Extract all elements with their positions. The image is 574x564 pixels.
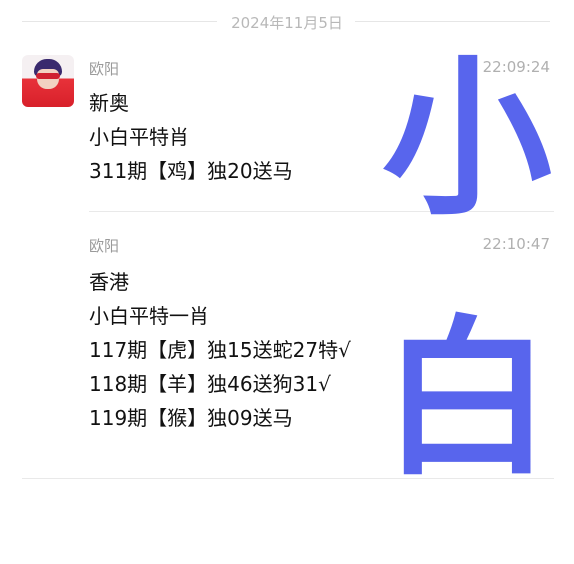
message-line: 新奥 bbox=[89, 91, 129, 115]
message-line: 小白平特肖 bbox=[89, 125, 189, 149]
sender-name: 欧阳 bbox=[89, 237, 120, 255]
sender-name: 欧阳 bbox=[89, 60, 120, 78]
message-line: 311期【鸡】独20送马 bbox=[89, 159, 293, 183]
divider-line bbox=[355, 21, 550, 22]
sender-avatar[interactable] bbox=[22, 55, 74, 107]
chat-message[interactable]: 欧阳 22:09:24 新奥 小白平特肖 311期【鸡】独20送马 bbox=[89, 58, 554, 198]
avatar-glasses bbox=[36, 73, 60, 79]
message-separator bbox=[89, 211, 554, 212]
chat-message[interactable]: 欧阳 22:10:47 香港 小白平特一肖 117期【虎】独15送蛇27特√ 1… bbox=[89, 235, 554, 445]
message-line: 香港 bbox=[89, 270, 129, 294]
message-time: 22:09:24 bbox=[482, 58, 550, 76]
message-line: 119期【猴】独09送马 bbox=[89, 406, 293, 430]
message-line: 117期【虎】独15送蛇27特√ bbox=[89, 338, 351, 362]
message-time: 22:10:47 bbox=[482, 235, 550, 253]
date-divider: 2024年11月5日 bbox=[0, 8, 574, 36]
message-body: 香港 小白平特一肖 117期【虎】独15送蛇27特√ 118期【羊】独46送狗3… bbox=[89, 265, 351, 435]
message-line: 118期【羊】独46送狗31√ bbox=[89, 372, 331, 396]
avatar-face bbox=[37, 69, 59, 89]
date-label: 2024年11月5日 bbox=[231, 14, 343, 32]
message-line: 小白平特一肖 bbox=[89, 304, 209, 328]
bottom-separator bbox=[22, 478, 554, 479]
message-body: 新奥 小白平特肖 311期【鸡】独20送马 bbox=[89, 86, 293, 188]
